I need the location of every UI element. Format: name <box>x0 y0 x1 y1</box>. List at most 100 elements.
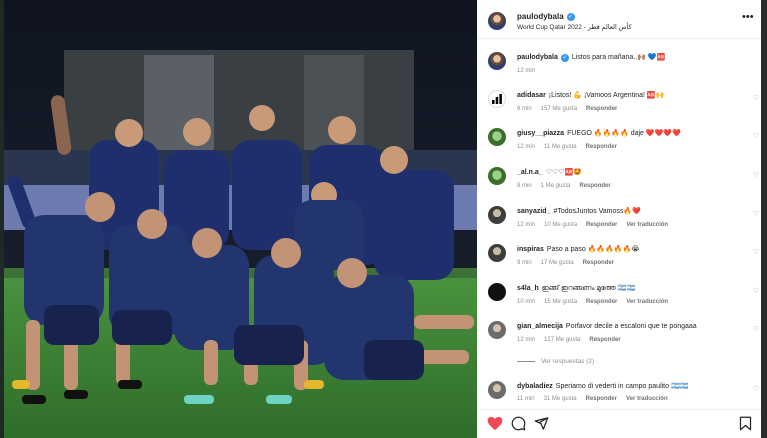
comment-likes[interactable]: 17 Me gusta <box>541 260 574 266</box>
comment-likes[interactable]: 1 Me gusta <box>541 183 571 189</box>
reply-button[interactable]: Responder <box>586 106 617 112</box>
comment-avatar[interactable] <box>488 283 506 301</box>
comment-time: 10 min <box>517 299 536 305</box>
comment-avatar[interactable] <box>488 381 506 399</box>
comment-item: gian_almecija Porfavor decile a escaloni … <box>517 322 745 331</box>
reply-button[interactable]: Responder <box>589 337 620 343</box>
comment-username[interactable]: inspiras <box>517 246 544 253</box>
comment-avatar[interactable] <box>488 321 506 339</box>
heart-filled-icon[interactable] <box>487 416 503 431</box>
caption: paulodybala ✓ Listos para mañana..🙌🏽 💙🆎 <box>517 53 745 62</box>
comment-text: #TodosJuntos Vamoss🔥❤️ <box>553 208 641 215</box>
comment-meta: 10 min 15 Me gusta Responder Ver traducción <box>517 299 677 305</box>
comment-meta: 12 min 127 Me gusta Responder <box>517 337 630 343</box>
comment-text: ¡Listos! 💪 ¡Vamoos Argentina! 🆎🙌 <box>548 92 665 99</box>
caption-avatar[interactable] <box>488 52 506 70</box>
comment-username[interactable]: _al.n.a_ <box>517 169 543 176</box>
caption-text: Listos para mañana..🙌🏽 💙🆎 <box>571 54 666 61</box>
comment-text: Paso a paso 🔥🔥🔥🔥🔥😭 <box>546 246 640 253</box>
comment-likes[interactable]: 10 Me gusta <box>544 222 577 228</box>
see-translation-button[interactable]: Ver traducción <box>626 396 668 402</box>
author-username[interactable]: paulodybala <box>517 12 564 21</box>
reply-button[interactable]: Responder <box>579 183 610 189</box>
comment-avatar[interactable] <box>488 128 506 146</box>
post-location[interactable]: World Cup Qatar 2022 - كأس العالم قطر <box>517 23 632 31</box>
reply-button[interactable]: Responder <box>583 260 614 266</box>
view-replies-button[interactable]: Ver respuestas (2) <box>517 358 594 365</box>
verified-badge-icon: ✓ <box>560 54 569 62</box>
comment-meta: 6 min 157 Me gusta Responder <box>517 106 626 112</box>
comment-likes[interactable]: 11 Me gusta <box>544 144 577 150</box>
comment-text: FUEGO 🔥🔥🔥🔥 daje ❤️❤️❤️❤️ <box>567 130 681 137</box>
comment-item: sanyazid_ #TodosJuntos Vamoss🔥❤️ <box>517 207 745 216</box>
post-image[interactable] <box>4 0 477 438</box>
comment-meta: 11 min 31 Me gusta Responder Ver traducción <box>517 396 677 402</box>
comment-time: 11 min <box>517 396 535 402</box>
comment-like-icon[interactable]: ♡ <box>753 288 759 295</box>
comment-item: _al.n.a_ ♡♡♡🆎🤩 <box>517 168 745 177</box>
team-photo-illustration <box>4 0 477 438</box>
comment-likes[interactable]: 31 Me gusta <box>544 396 577 402</box>
comment-item: adidasar ¡Listos! 💪 ¡Vamoos Argentina! 🆎🙌 <box>517 91 745 100</box>
comment-like-icon[interactable]: ♡ <box>753 172 759 179</box>
comment-icon[interactable] <box>511 416 526 431</box>
comment-like-icon[interactable]: ♡ <box>753 326 759 333</box>
comment-username[interactable]: gian_almecija <box>517 323 563 330</box>
comment-time: 9 min <box>517 183 532 189</box>
adidas-logo-icon <box>492 94 502 104</box>
comment-text: Porfavor decile a escaloni que te pongaa… <box>565 323 697 330</box>
header-divider <box>477 38 761 39</box>
comment-avatar[interactable] <box>488 167 506 185</box>
reply-button[interactable]: Responder <box>586 222 617 228</box>
comment-like-icon[interactable]: ♡ <box>753 386 759 393</box>
comment-time: 6 min <box>517 106 532 112</box>
right-frame-edge <box>761 0 767 438</box>
comment-meta: 12 min 11 Me gusta Responder <box>517 144 626 150</box>
comment-username[interactable]: giusy__piazza <box>517 130 564 137</box>
comment-like-icon[interactable]: ♡ <box>753 211 759 218</box>
comment-meta: 9 min 17 Me gusta Responder <box>517 260 623 266</box>
comment-avatar[interactable] <box>488 244 506 262</box>
comment-text: ഇങ്ങ് ഇറങ്ങണം മുത്തേ 🇦🇷🇦🇷 <box>541 285 636 292</box>
comment-item: inspiras Paso a paso 🔥🔥🔥🔥🔥😭 <box>517 245 745 254</box>
comment-likes[interactable]: 157 Me gusta <box>541 106 577 112</box>
comment-avatar[interactable] <box>488 206 506 224</box>
see-translation-button[interactable]: Ver traducción <box>626 222 668 228</box>
author-avatar[interactable] <box>488 12 506 30</box>
share-icon[interactable] <box>534 416 549 431</box>
view-replies-label: Ver respuestas (2) <box>541 358 595 365</box>
comment-time: 12 min <box>517 144 536 150</box>
comment-username[interactable]: s4la_h <box>517 285 539 292</box>
comment-text: Speriamo di vederti in campo paulito 🇦🇷🇦… <box>555 383 689 390</box>
reply-button[interactable]: Responder <box>586 144 617 150</box>
comment-like-icon[interactable]: ♡ <box>753 95 759 102</box>
comment-text: ♡♡♡🆎🤩 <box>545 169 582 176</box>
comment-meta: 9 min 1 Me gusta Responder <box>517 183 620 189</box>
replies-divider-line <box>517 361 535 362</box>
comment-like-icon[interactable]: ♡ <box>753 133 759 140</box>
comment-like-icon[interactable]: ♡ <box>753 249 759 256</box>
see-translation-button[interactable]: Ver traducción <box>626 299 668 305</box>
comment-item: s4la_h ഇങ്ങ് ഇറങ്ങണം മുത്തേ 🇦🇷🇦🇷 <box>517 284 745 293</box>
comment-time: 12 min <box>517 222 536 228</box>
comment-item: dybaladiez Speriamo di vederti in campo p… <box>517 382 745 391</box>
comment-time: 9 min <box>517 260 532 266</box>
comment-username[interactable]: dybaladiez <box>517 383 553 390</box>
bookmark-icon[interactable] <box>739 416 752 431</box>
comment-likes[interactable]: 127 Me gusta <box>544 337 580 343</box>
author-header: paulodybala ✓ <box>517 12 575 21</box>
comment-time: 12 min <box>517 337 536 343</box>
comment-avatar[interactable] <box>488 90 506 108</box>
reply-button[interactable]: Responder <box>586 396 617 402</box>
actions-divider <box>477 409 761 410</box>
caption-username[interactable]: paulodybala <box>517 54 558 61</box>
verified-badge-icon: ✓ <box>566 12 575 21</box>
comment-username[interactable]: sanyazid_ <box>517 208 550 215</box>
caption-time: 12 min <box>517 68 536 74</box>
more-options-icon[interactable]: ••• <box>742 11 754 23</box>
comment-item: giusy__piazza FUEGO 🔥🔥🔥🔥 daje ❤️❤️❤️❤️ <box>517 129 745 138</box>
reply-button[interactable]: Responder <box>586 299 617 305</box>
comment-likes[interactable]: 15 Me gusta <box>544 299 577 305</box>
comment-meta: 12 min 10 Me gusta Responder Ver traducción <box>517 222 677 228</box>
comment-username[interactable]: adidasar <box>517 92 546 99</box>
